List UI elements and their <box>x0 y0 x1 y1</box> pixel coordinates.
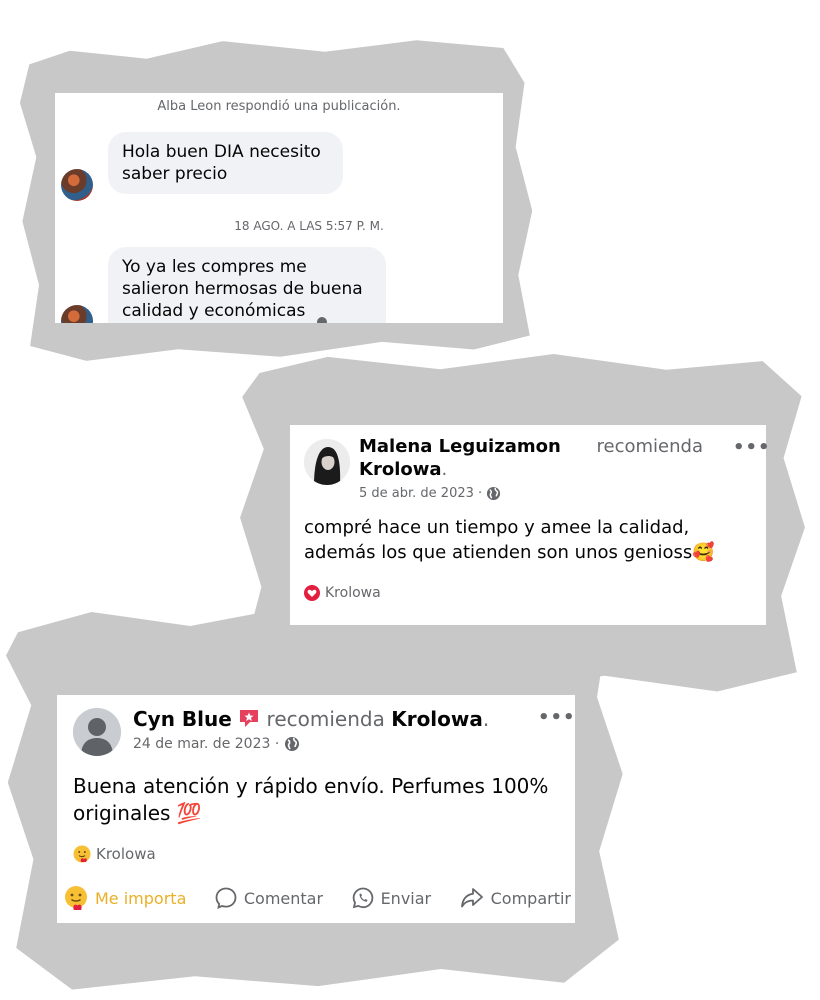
send-button[interactable]: Enviar <box>351 886 432 910</box>
whatsapp-icon <box>352 887 373 909</box>
tag-label: Krolowa <box>96 845 156 863</box>
sender-avatar[interactable] <box>61 169 93 201</box>
care-emoji-icon <box>73 845 91 863</box>
red-heart-icon <box>304 585 320 601</box>
page-name[interactable]: Krolowa <box>359 459 442 480</box>
messenger-screenshot: Alba Leon respondió una publicación. Hol… <box>55 93 503 323</box>
share-button[interactable]: Compartir <box>459 886 571 910</box>
more-options-icon[interactable]: ••• <box>538 707 576 728</box>
author-name[interactable]: Malena Leguizamon <box>359 436 561 457</box>
send-label: Enviar <box>380 888 432 908</box>
avatar[interactable] <box>73 708 121 756</box>
default-avatar-icon <box>73 708 121 756</box>
sender-avatar[interactable] <box>61 305 93 323</box>
recommendation-post: Cyn Blue recomienda Krolowa. 24 de mar. … <box>57 695 575 923</box>
message-bubble[interactable]: Hola buen DIA necesito saber precio <box>108 132 343 194</box>
date-text: 5 de abr. de 2023 · <box>359 486 483 501</box>
page-tag[interactable]: Krolowa <box>304 585 381 601</box>
care-label: Me importa <box>95 888 187 908</box>
rising-star-badge-icon <box>240 710 259 727</box>
avatar[interactable] <box>304 439 350 485</box>
care-emoji-icon <box>65 886 87 910</box>
profile-photo-icon <box>304 439 350 485</box>
message-timestamp: 18 AGO. A LAS 5:57 P. M. <box>234 219 384 233</box>
post-action-bar: Me importa Comentar Enviar Compartir <box>63 885 571 911</box>
tag-label: Krolowa <box>325 585 381 601</box>
recommendation-post: Malena Leguizamon recomienda Krolowa. 5 … <box>290 425 770 625</box>
post-header: Cyn Blue recomienda Krolowa. <box>133 707 490 731</box>
post-body-line: originales <box>73 801 171 825</box>
post-date[interactable]: 24 de mar. de 2023 · <box>133 736 300 752</box>
post-body-line: Buena atención y rápido envío. Perfumes … <box>73 774 549 798</box>
post-header: Malena Leguizamon recomienda Krolowa. <box>359 436 703 480</box>
recommend-verb: recomienda <box>596 436 703 457</box>
post-body: compré hace un tiempo y amee la calidad,… <box>304 517 715 563</box>
page-name[interactable]: Krolowa <box>391 707 483 731</box>
post-body: Buena atención y rápido envío. Perfumes … <box>73 773 563 827</box>
author-name[interactable]: Cyn Blue <box>133 707 232 731</box>
care-reaction-button[interactable]: Me importa <box>63 885 186 911</box>
page-tag[interactable]: Krolowa <box>73 845 156 863</box>
more-options-icon[interactable]: ••• <box>733 437 771 458</box>
message-bubble[interactable]: Yo ya les compres me salieron hermosas d… <box>108 247 386 323</box>
comment-button[interactable]: Comentar <box>214 886 323 910</box>
recommend-verb: recomienda <box>266 707 385 731</box>
date-text: 24 de mar. de 2023 · <box>133 736 280 752</box>
share-icon <box>460 888 483 908</box>
globe-icon <box>284 737 299 751</box>
comment-icon <box>215 887 237 910</box>
post-date[interactable]: 5 de abr. de 2023 · <box>359 486 501 501</box>
comment-label: Comentar <box>243 888 324 908</box>
globe-icon <box>487 486 501 501</box>
reply-notice: Alba Leon respondió una publicación. <box>157 99 401 114</box>
hundred-points-emoji: 💯 <box>176 801 202 825</box>
seen-indicator-icon <box>317 317 327 323</box>
share-label: Compartir <box>490 888 571 908</box>
